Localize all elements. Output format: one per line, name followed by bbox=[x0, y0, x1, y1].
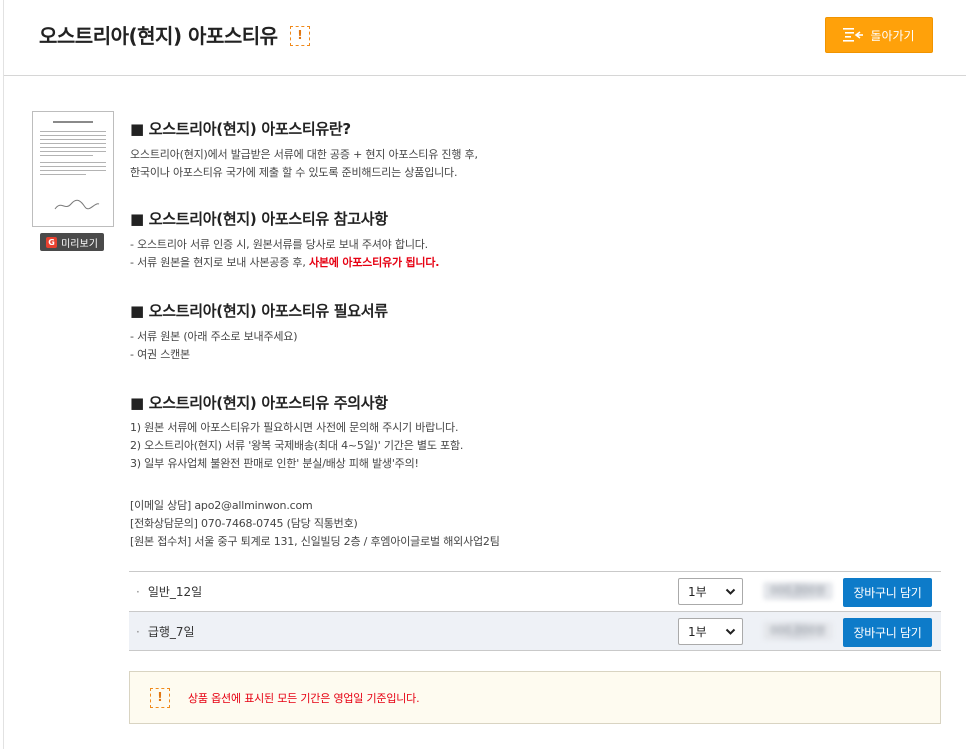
page-title: 오스트리아(현지) 아포스티유 bbox=[39, 24, 278, 48]
emphasis-text: 사본에 아포스티유가 됩니다. bbox=[308, 256, 440, 269]
section-text-required-docs: - 서류 원본 (아래 주소로 보내주세요) - 여권 스캔본 bbox=[130, 328, 298, 364]
contact-email: [이메일 상담] apo2@allminwon.com bbox=[130, 499, 313, 512]
section-heading-cautions: ■ 오스트리아(현지) 아포스티유 주의사항 bbox=[130, 394, 388, 412]
add-to-cart-button[interactable]: 장바구니 담기 bbox=[843, 578, 932, 607]
bullet: · bbox=[136, 585, 140, 599]
preview-icon: G bbox=[46, 236, 58, 248]
text-line: - 서류 원본 (아래 주소로 보내주세요) bbox=[130, 330, 298, 343]
quantity-value: 1부 bbox=[688, 625, 707, 639]
text-line: - 오스트리아 서류 인증 시, 원본서류를 당사로 보내 주셔야 합니다. bbox=[130, 238, 428, 251]
text-line: 2) 오스트리아(현지) 서류 '왕복 국제배송(최대 4~5일)' 기간은 별… bbox=[130, 439, 464, 452]
contact-phone: [전화상담문의] 070-7468-0745 (담당 직통번호) bbox=[130, 517, 358, 530]
add-to-cart-button[interactable]: 장바구니 담기 bbox=[843, 618, 932, 647]
notice-text: 상품 옵션에 표시된 모든 기간은 영업일 기준입니다. bbox=[188, 692, 420, 705]
quantity-value: 1부 bbox=[688, 585, 707, 599]
section-text-cautions: 1) 원본 서류에 아포스티유가 필요하시면 사전에 문의해 주시기 바랍니다.… bbox=[130, 419, 463, 473]
back-button[interactable]: 돌아가기 bbox=[825, 17, 933, 53]
option-label: · 급행_7일 bbox=[136, 623, 195, 640]
option-name: 급행_7일 bbox=[147, 624, 195, 639]
page-header: 오스트리아(현지) 아포스티유 ! 돌아가기 bbox=[4, 0, 966, 76]
price: 000,000원 bbox=[763, 582, 833, 600]
option-label: · 일반_12일 bbox=[136, 583, 202, 600]
document-thumbnail[interactable] bbox=[32, 111, 114, 227]
section-heading-notes: ■ 오스트리아(현지) 아포스티유 참고사항 bbox=[130, 210, 388, 228]
section-text-notes: - 오스트리아 서류 인증 시, 원본서류를 당사로 보내 주셔야 합니다. -… bbox=[130, 236, 439, 272]
contact-address: [원본 접수처] 서울 중구 퇴계로 131, 신일빌딩 2층 / 후엠아이글로… bbox=[130, 535, 500, 548]
section-heading-about: ■ 오스트리아(현지) 아포스티유란? bbox=[130, 120, 351, 138]
price: 000,000원 bbox=[763, 622, 833, 640]
contact-info: [이메일 상담] apo2@allminwon.com [전화상담문의] 070… bbox=[130, 497, 500, 551]
text-line: 1) 원본 서류에 아포스티유가 필요하시면 사전에 문의해 주시기 바랍니다. bbox=[130, 421, 459, 434]
text-line: 3) 일부 유사업체 불완전 판매로 인한' 분실/배상 피해 발생'주의! bbox=[130, 457, 419, 470]
signature-scribble bbox=[54, 199, 100, 210]
text-prefix: - 서류 원본을 현지로 보내 사본공증 후, bbox=[130, 256, 309, 269]
preview-label: 미리보기 bbox=[61, 238, 98, 250]
preview-button[interactable]: G 미리보기 bbox=[40, 233, 104, 251]
notice-box: ! 상품 옵션에 표시된 모든 기간은 영업일 기준입니다. bbox=[129, 671, 941, 724]
text-line: 한국이나 아포스티유 국가에 제출 할 수 있도록 준비해드리는 상품입니다. bbox=[130, 166, 458, 179]
bullet: · bbox=[136, 624, 140, 639]
option-row: · 급행_7일 1부 000,000원 장바구니 담기 bbox=[129, 611, 941, 651]
section-heading-required-docs: ■ 오스트리아(현지) 아포스티유 필요서류 bbox=[130, 302, 388, 320]
text-line: 오스트리아(현지)에서 발급받은 서류에 대한 공증 + 현지 아포스티유 진행… bbox=[130, 148, 478, 161]
page-frame: 오스트리아(현지) 아포스티유 ! 돌아가기 G 미리보기 ■ 오스트리아(현지… bbox=[3, 0, 966, 749]
option-row: · 일반_12일 1부 000,000원 장바구니 담기 bbox=[129, 571, 941, 611]
alert-icon: ! bbox=[150, 688, 170, 708]
chevron-down-icon bbox=[725, 588, 736, 595]
text-line: - 서류 원본을 현지로 보내 사본공증 후, 사본에 아포스티유가 됩니다. bbox=[130, 254, 439, 272]
section-text-about: 오스트리아(현지)에서 발급받은 서류에 대한 공증 + 현지 아포스티유 진행… bbox=[130, 146, 478, 182]
chevron-down-icon bbox=[725, 628, 736, 635]
text-line: - 여권 스캔본 bbox=[130, 348, 190, 361]
alert-icon: ! bbox=[290, 26, 310, 46]
option-name: 일반_12일 bbox=[147, 585, 203, 599]
quantity-select[interactable]: 1부 bbox=[678, 578, 743, 605]
quantity-select[interactable]: 1부 bbox=[678, 618, 743, 645]
list-back-icon bbox=[843, 28, 864, 42]
back-button-label: 돌아가기 bbox=[870, 28, 915, 43]
